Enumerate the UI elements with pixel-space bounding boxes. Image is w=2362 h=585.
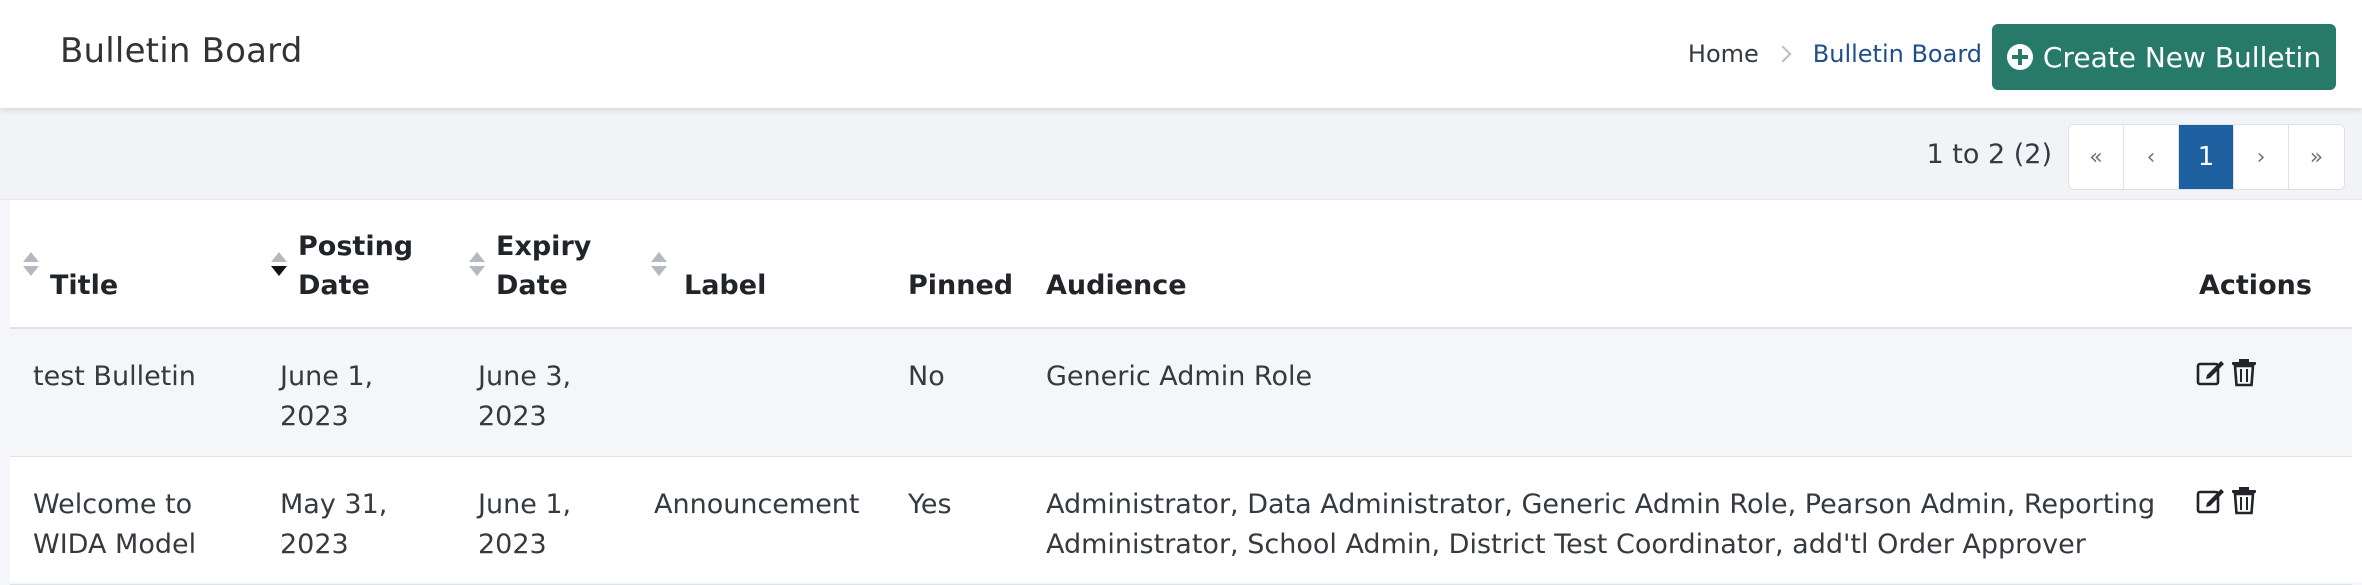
sort-icon <box>651 252 667 280</box>
bulletin-table: Title Posting Date Expiry Date Label Pin… <box>10 200 2352 585</box>
pagination-bar: 1 to 2 (2) <box>0 108 2362 200</box>
first-page-button[interactable]: « <box>2069 125 2124 189</box>
cell-actions <box>2189 328 2352 456</box>
pagination: « ‹ 1 › » <box>2068 124 2345 190</box>
column-header-audience: Audience <box>1046 200 2189 329</box>
previous-page-button[interactable]: ‹ <box>2124 125 2179 189</box>
breadcrumb-current: Bulletin Board <box>1812 40 1982 68</box>
cell-actions <box>2189 456 2352 584</box>
create-new-bulletin-label: Create New Bulletin <box>2042 40 2322 74</box>
column-header-label[interactable]: Label <box>651 200 908 329</box>
sort-icon <box>23 252 39 280</box>
table-header-row: Title Posting Date Expiry Date Label Pin… <box>10 200 2352 329</box>
next-page-button[interactable]: › <box>2234 125 2289 189</box>
cell-audience: Generic Admin Role <box>1046 328 2189 456</box>
bulletin-table-container: Title Posting Date Expiry Date Label Pin… <box>10 200 2362 585</box>
current-page-button[interactable]: 1 <box>2179 125 2234 189</box>
table-row: test Bulletin June 1, 2023 June 3, 2023 … <box>10 328 2352 456</box>
create-new-bulletin-button[interactable]: Create New Bulletin <box>1992 24 2336 90</box>
sort-desc-icon <box>271 252 287 280</box>
last-page-button[interactable]: » <box>2289 125 2344 189</box>
cell-posting-date: June 1, 2023 <box>280 328 478 456</box>
cell-title: Welcome to WIDA Model <box>33 488 197 560</box>
cell-expiry-date: June 1, 2023 <box>478 488 572 560</box>
edit-icon[interactable] <box>2195 357 2225 387</box>
cell-pinned: Yes <box>908 488 952 520</box>
record-range-text: 1 to 2 (2) <box>1926 139 2052 170</box>
column-header-posting-date[interactable]: Posting Date <box>271 200 478 329</box>
breadcrumb-home-link[interactable]: Home <box>1688 40 1759 68</box>
table-row: Welcome to WIDA Model May 31, 2023 June … <box>10 456 2352 584</box>
sort-icon <box>469 252 485 280</box>
cell-posting-date: May 31, 2023 <box>280 488 388 560</box>
page-header: Bulletin Board Home Bulletin Board Creat… <box>0 0 2362 108</box>
column-header-pinned: Pinned <box>908 200 1046 329</box>
trash-icon[interactable] <box>2229 485 2259 515</box>
trash-icon[interactable] <box>2229 357 2259 387</box>
plus-circle-icon <box>2006 44 2033 70</box>
cell-pinned: No <box>908 328 1046 456</box>
cell-label: Announcement <box>654 488 860 520</box>
cell-title: test Bulletin <box>10 328 280 456</box>
cell-audience: Administrator, Data Administrator, Gener… <box>1046 488 2156 560</box>
breadcrumb: Home Bulletin Board <box>1688 40 1982 68</box>
cell-expiry-date: June 3, 2023 <box>478 328 654 456</box>
page-title: Bulletin Board <box>60 31 303 71</box>
chevron-right-icon <box>1774 45 1792 63</box>
column-header-expiry-date[interactable]: Expiry Date <box>469 200 654 329</box>
cell-label <box>654 328 908 456</box>
column-header-title[interactable]: Title <box>10 200 280 329</box>
column-header-actions: Actions <box>2189 200 2352 329</box>
edit-icon[interactable] <box>2195 485 2225 515</box>
